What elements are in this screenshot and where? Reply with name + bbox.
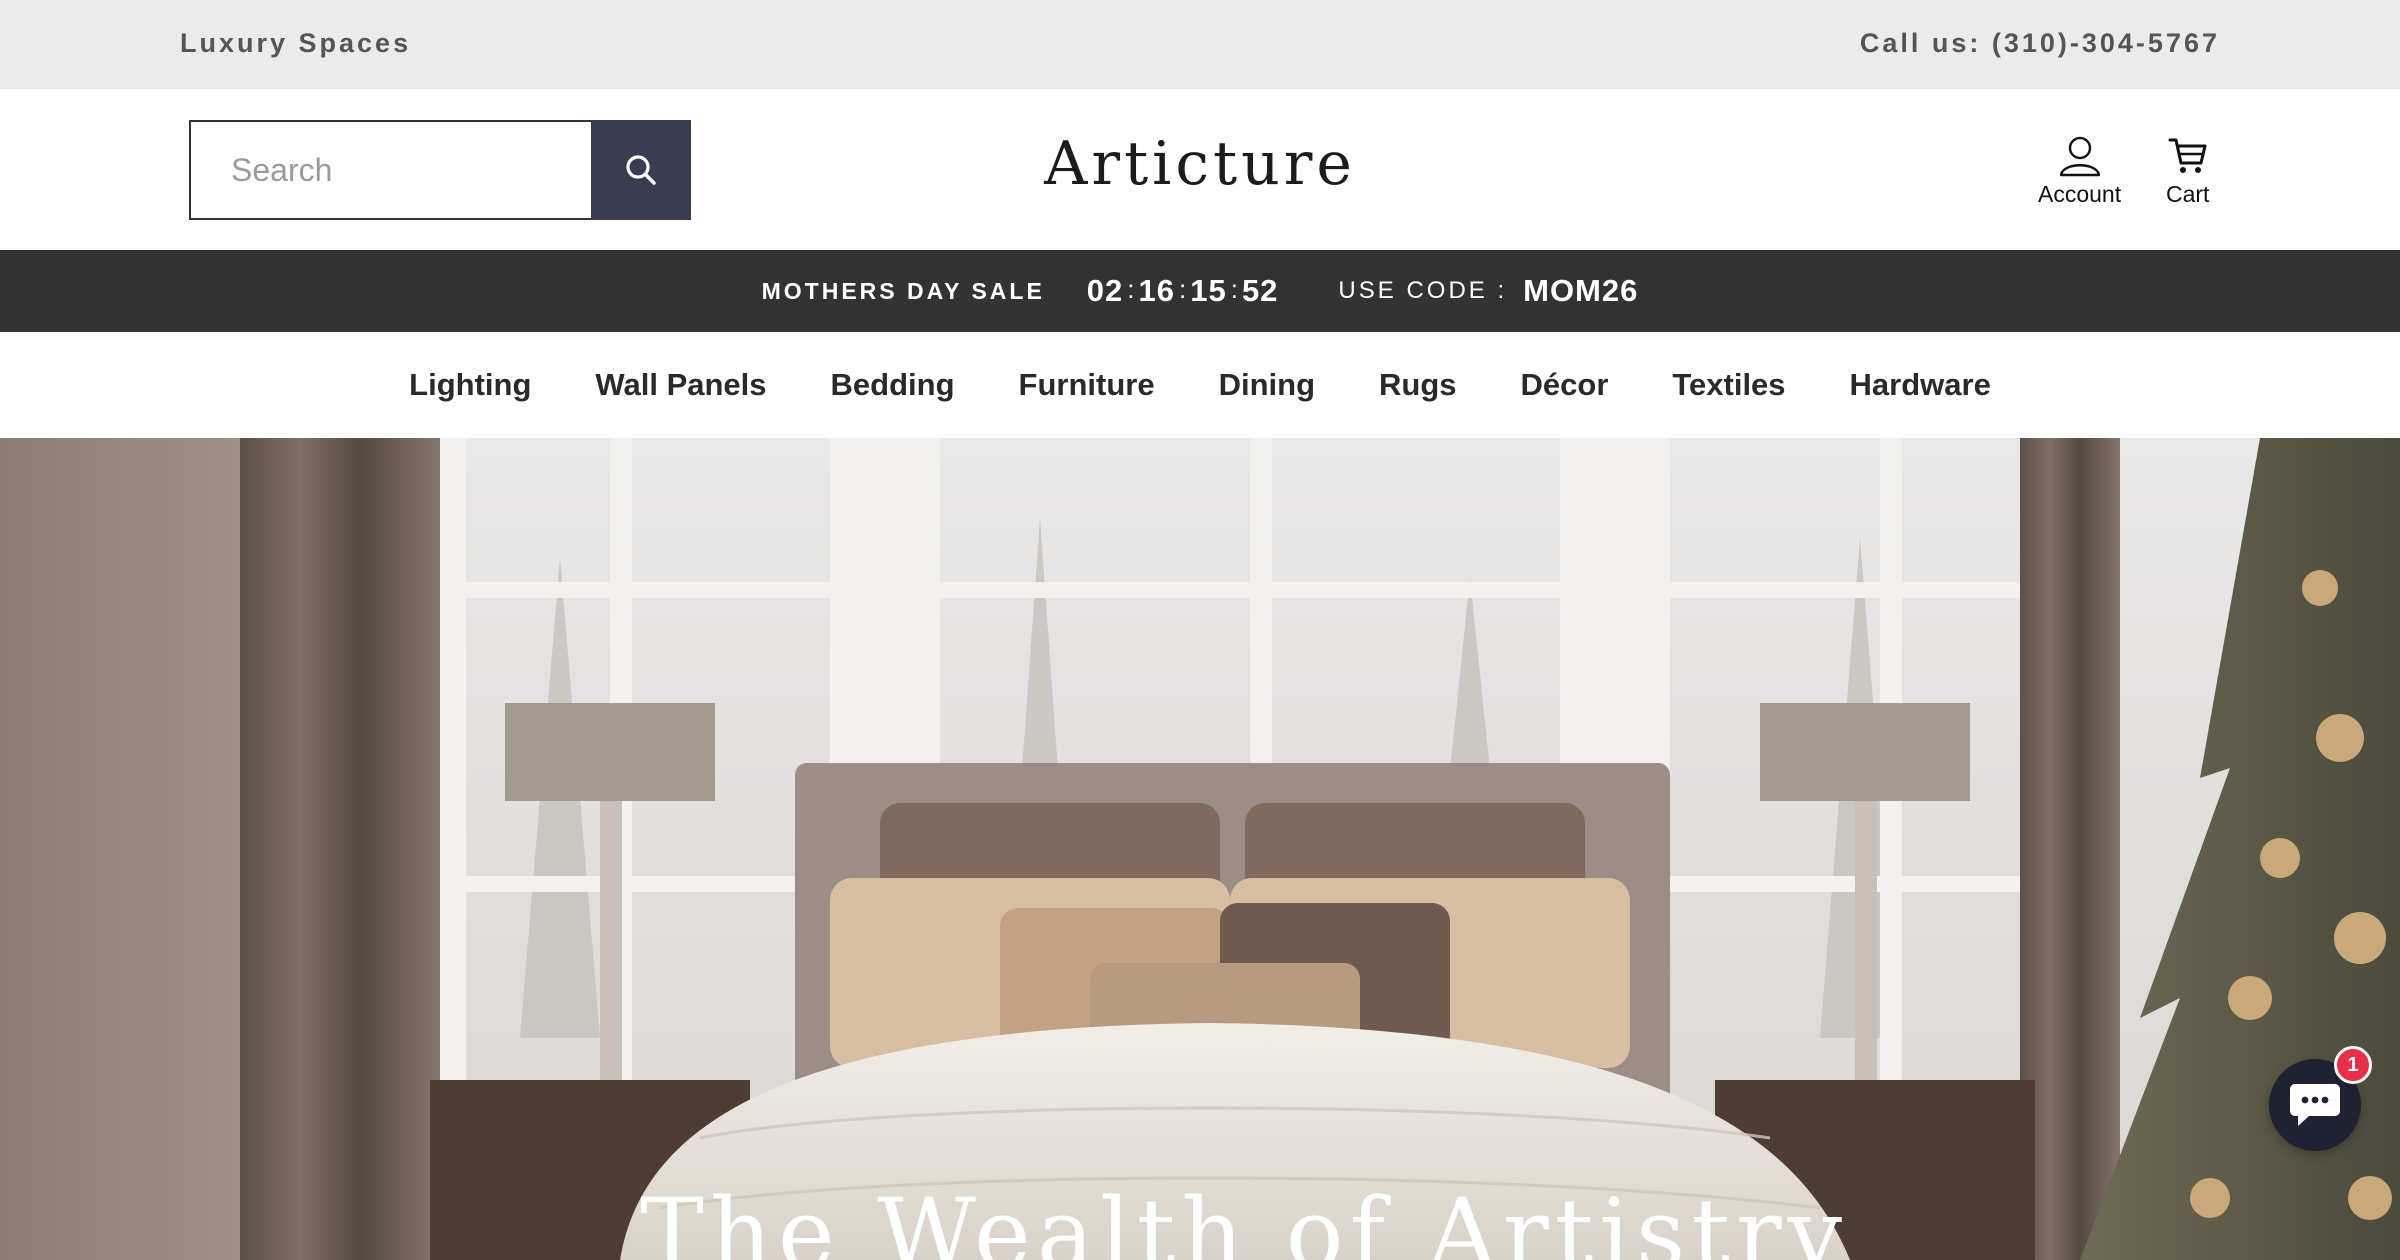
nav-item-dining[interactable]: Dining [1219, 367, 1315, 403]
announcement-bar: Luxury Spaces Call us: (310)-304-5767 [0, 0, 2400, 89]
nav-item-textiles[interactable]: Textiles [1672, 367, 1785, 403]
nav-item-wall-panels[interactable]: Wall Panels [595, 367, 766, 403]
account-label: Account [2038, 181, 2122, 207]
countdown-separator: : [1230, 273, 1238, 304]
countdown-timer: 02 : 16 : 15 : 52 [1087, 273, 1279, 309]
site-header: Articture Account Cart [0, 89, 2400, 250]
main-navigation: Lighting Wall Panels Bedding Furniture D… [0, 332, 2400, 438]
brand-tagline: Luxury Spaces [180, 28, 412, 58]
nav-item-bedding[interactable]: Bedding [831, 367, 955, 403]
sale-label: MOTHERS DAY SALE [761, 277, 1045, 304]
promo-code[interactable]: MOM26 [1523, 273, 1638, 309]
phone-number[interactable]: Call us: (310)-304-5767 [1860, 28, 2220, 59]
promo-code-label: USE CODE : [1338, 277, 1508, 304]
chat-bubble-icon [2290, 1084, 2340, 1126]
nav-item-lighting[interactable]: Lighting [409, 367, 531, 403]
nav-item-hardware[interactable]: Hardware [1850, 367, 1991, 403]
hero-title: The Wealth of Artistry [640, 1178, 1849, 1260]
cart-icon [2168, 138, 2207, 173]
nav-item-rugs[interactable]: Rugs [1379, 367, 1457, 403]
hero-banner[interactable]: The Wealth of Artistry [0, 438, 2400, 1260]
chat-notification-badge: 1 [2334, 1046, 2372, 1084]
countdown-separator: : [1127, 273, 1135, 304]
countdown-days: 02 [1086, 273, 1124, 308]
user-icon [2059, 136, 2100, 177]
countdown-seconds: 52 [1241, 273, 1279, 308]
cart-label: Cart [2166, 181, 2210, 207]
cart-link[interactable]: Cart [2166, 135, 2209, 208]
countdown-separator: : [1178, 273, 1187, 304]
hero-image [0, 438, 2400, 1260]
account-link[interactable]: Account [2038, 135, 2121, 208]
sale-banner: MOTHERS DAY SALE 02 : 16 : 15 : 52 USE C… [0, 250, 2400, 332]
countdown-minutes: 15 [1190, 273, 1227, 308]
countdown-hours: 16 [1138, 273, 1175, 308]
nav-item-decor[interactable]: Décor [1521, 367, 1609, 403]
nav-item-furniture[interactable]: Furniture [1019, 367, 1155, 403]
